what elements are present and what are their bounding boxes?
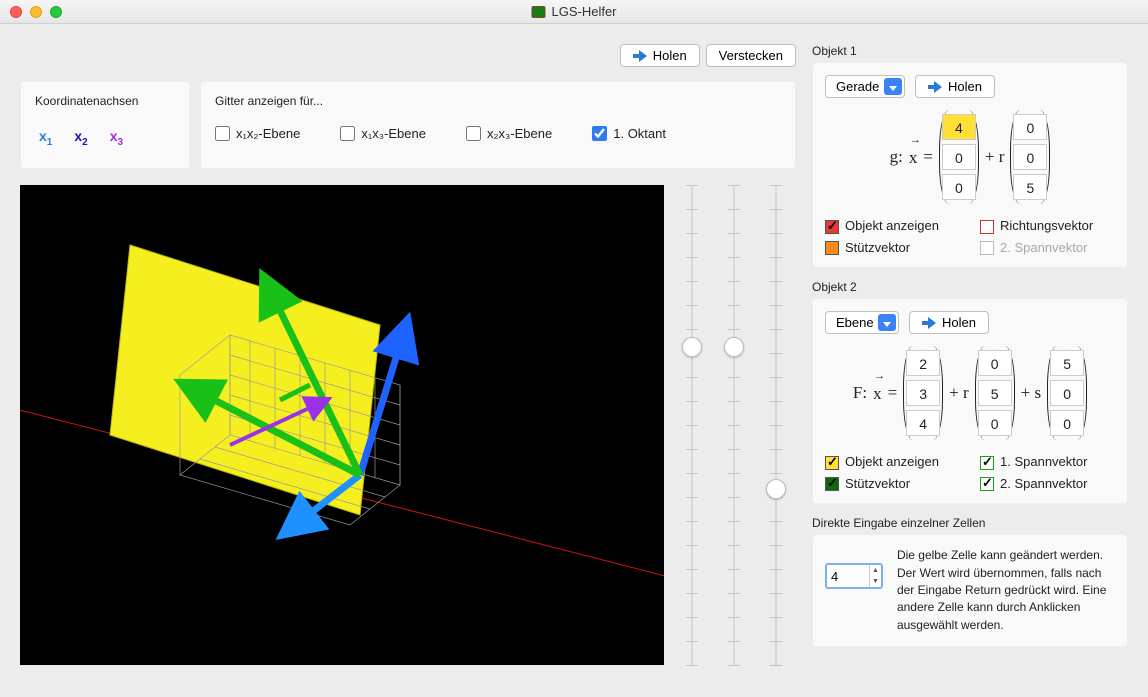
chk-x1x2[interactable]: x₁x₂-Ebene: [215, 126, 300, 141]
axes-title: Koordinatenachsen: [35, 94, 175, 108]
minimize-icon[interactable]: [30, 6, 42, 18]
arrow-right-icon: [633, 50, 647, 62]
app-icon: [531, 6, 545, 18]
grid-title: Gitter anzeigen für...: [215, 94, 781, 108]
close-icon[interactable]: [10, 6, 22, 18]
obj2-s1[interactable]: 0: [1050, 380, 1084, 406]
obj2-panel: Ebene Holen F: x = 2 3 4 +: [812, 298, 1128, 504]
axis-x1[interactable]: x1: [39, 128, 52, 148]
axis-x2[interactable]: x2: [74, 128, 87, 148]
obj1-chk-stuetz[interactable]: Stützvektor: [825, 240, 960, 256]
obj2-s0[interactable]: 5: [1050, 350, 1084, 376]
chk-x1x3[interactable]: x₁x₃-Ebene: [340, 126, 426, 141]
obj2-equation: F: x = 2 3 4 + r 0 5 0 + s: [825, 346, 1115, 440]
chk-x2x3[interactable]: x₂x₃-Ebene: [466, 126, 552, 141]
axis-x3[interactable]: x3: [110, 128, 123, 148]
stepper-down-icon[interactable]: ▼: [870, 576, 881, 587]
arrow-right-icon: [928, 81, 942, 93]
obj2-chk-spann1[interactable]: 1. Spannvektor: [980, 454, 1115, 470]
obj2-r2[interactable]: 0: [978, 410, 1012, 436]
axes-panel: Koordinatenachsen x1 x2 x3: [20, 81, 190, 169]
obj1-header: Objekt 1: [812, 44, 1128, 58]
obj2-header: Objekt 2: [812, 280, 1128, 294]
chk-oktant[interactable]: 1. Oktant: [592, 126, 666, 141]
window-title: LGS-Helfer: [551, 4, 616, 19]
3d-viewport[interactable]: [20, 185, 664, 665]
direct-help-text: Die gelbe Zelle kann geändert werden. De…: [897, 547, 1115, 634]
obj2-r1[interactable]: 5: [978, 380, 1012, 406]
obj1-p2[interactable]: 0: [942, 174, 976, 200]
zoom-icon[interactable]: [50, 6, 62, 18]
stepper-up-icon[interactable]: ▲: [870, 565, 881, 576]
obj1-chk-spann2: 2. Spannvektor: [980, 240, 1115, 256]
vslider-1[interactable]: [680, 185, 704, 665]
obj1-d0[interactable]: 0: [1013, 114, 1047, 140]
obj1-d1[interactable]: 0: [1013, 144, 1047, 170]
obj2-type-select[interactable]: Ebene: [825, 311, 899, 334]
direct-panel: ▲▼ Die gelbe Zelle kann geändert werden.…: [812, 534, 1128, 647]
arrow-right-icon: [922, 317, 936, 329]
vslider-2[interactable]: [722, 185, 746, 665]
obj2-r0[interactable]: 0: [978, 350, 1012, 376]
obj2-p2[interactable]: 4: [906, 410, 940, 436]
obj2-p1[interactable]: 3: [906, 380, 940, 406]
obj2-p0[interactable]: 2: [906, 350, 940, 376]
window-titlebar: LGS-Helfer: [0, 0, 1148, 24]
grid-panel: Gitter anzeigen für... x₁x₂-Ebene x₁x₃-E…: [200, 81, 796, 169]
obj1-d2[interactable]: 5: [1013, 174, 1047, 200]
obj1-chk-richtung[interactable]: Richtungsvektor: [980, 218, 1115, 234]
direct-header: Direkte Eingabe einzelner Zellen: [812, 516, 1128, 530]
verstecken-button[interactable]: Verstecken: [706, 44, 796, 67]
obj2-chk-spann2[interactable]: 2. Spannvektor: [980, 476, 1115, 492]
obj1-equation: g: x = 4 0 0 + r 0 0 5: [825, 110, 1115, 204]
obj1-chk-anzeigen[interactable]: Objekt anzeigen: [825, 218, 960, 234]
obj2-s2[interactable]: 0: [1050, 410, 1084, 436]
obj1-type-select[interactable]: Gerade: [825, 75, 905, 98]
obj1-p0[interactable]: 4: [942, 114, 976, 140]
obj2-chk-stuetz[interactable]: Stützvektor: [825, 476, 960, 492]
holen-button[interactable]: Holen: [620, 44, 700, 67]
obj1-panel: Gerade Holen g: x = 4 0 0: [812, 62, 1128, 268]
obj2-chk-anzeigen[interactable]: Objekt anzeigen: [825, 454, 960, 470]
cell-value-input[interactable]: ▲▼: [825, 563, 883, 589]
vslider-3[interactable]: [764, 185, 788, 665]
obj1-p1[interactable]: 0: [942, 144, 976, 170]
obj2-holen-button[interactable]: Holen: [909, 311, 989, 334]
obj1-holen-button[interactable]: Holen: [915, 75, 995, 98]
